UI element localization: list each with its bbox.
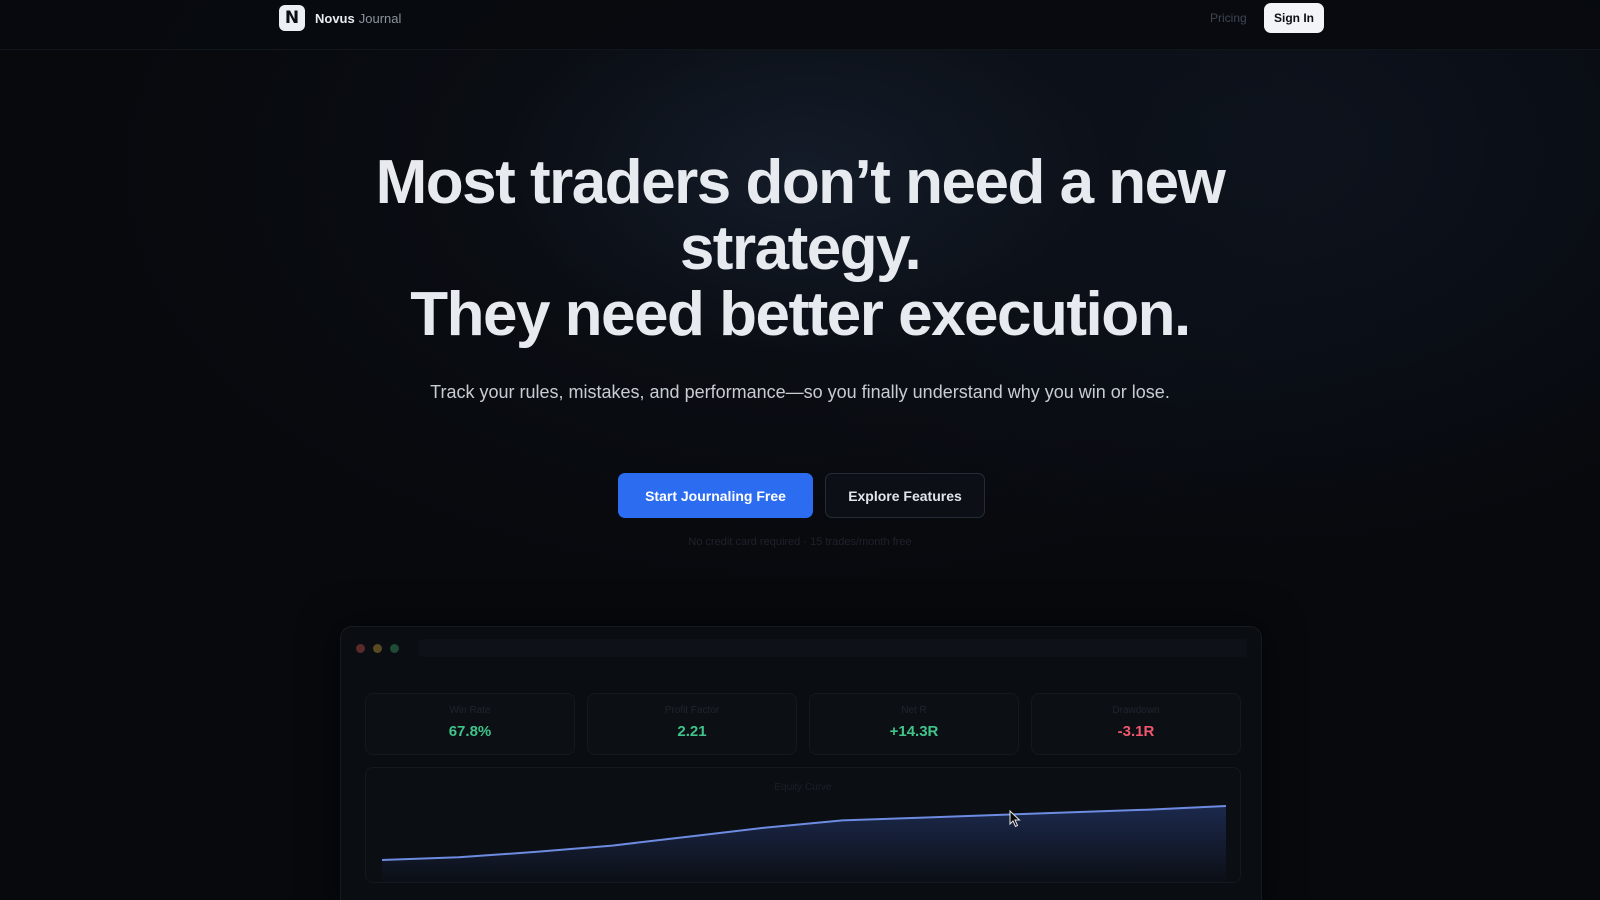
stat-label: Drawdown — [1112, 705, 1160, 716]
fineprint: No credit card required · 15 trades/mont… — [688, 536, 912, 548]
equity-area — [382, 806, 1226, 884]
stats-row: Win Rate 67.8% Profit Factor 2.21 Net R … — [365, 693, 1241, 755]
top-nav: N Novus Journal Pricing Sign In — [0, 0, 1600, 50]
explore-features-button[interactable]: Explore Features — [825, 473, 985, 518]
address-bar — [419, 639, 1247, 657]
stat-value: -3.1R — [1117, 723, 1155, 740]
headline-line-1: Most traders don’t need a new strategy. — [375, 148, 1226, 283]
stat-card: Win Rate 67.8% — [365, 693, 575, 755]
stat-label: Profit Factor — [664, 705, 720, 716]
logo-icon: N — [279, 5, 305, 31]
chart-label: Equity Curve — [774, 782, 832, 793]
stat-value: 2.21 — [677, 723, 707, 740]
brand-sub: Journal — [358, 10, 402, 26]
start-journaling-button[interactable]: Start Journaling Free — [618, 473, 813, 518]
pricing-link[interactable]: Pricing — [1210, 11, 1247, 25]
stat-value: +14.3R — [889, 723, 939, 740]
equity-chart-card: Equity Curve — [365, 767, 1241, 884]
stat-label: Net R — [901, 705, 927, 716]
stat-card: Drawdown -3.1R — [1031, 693, 1241, 755]
hero-headline: Most traders don’t need a new strategy. … — [300, 150, 1300, 348]
stat-label: Win Rate — [449, 705, 491, 716]
sign-in-button[interactable]: Sign In — [1264, 3, 1324, 33]
window-controls — [356, 644, 399, 653]
hero-subtext: Track your rules, mistakes, and performa… — [430, 382, 1170, 402]
brand-name: Novus — [315, 10, 355, 26]
maximize-dot-icon — [390, 644, 399, 653]
stat-value: 67.8% — [448, 723, 492, 740]
headline-line-2: They need better execution. — [410, 280, 1191, 349]
stat-card: Profit Factor 2.21 — [587, 693, 797, 755]
cta-row: Start Journaling Free Explore Features — [618, 473, 985, 518]
stat-card: Net R +14.3R — [809, 693, 1019, 755]
mouse-cursor-icon — [1009, 810, 1021, 828]
close-dot-icon — [356, 644, 365, 653]
dashboard-preview: Win Rate 67.8% Profit Factor 2.21 Net R … — [340, 626, 1262, 900]
landing-page: N Novus Journal Pricing Sign In Most tra… — [0, 0, 1600, 900]
minimize-dot-icon — [373, 644, 382, 653]
brand[interactable]: N Novus Journal — [279, 5, 401, 31]
